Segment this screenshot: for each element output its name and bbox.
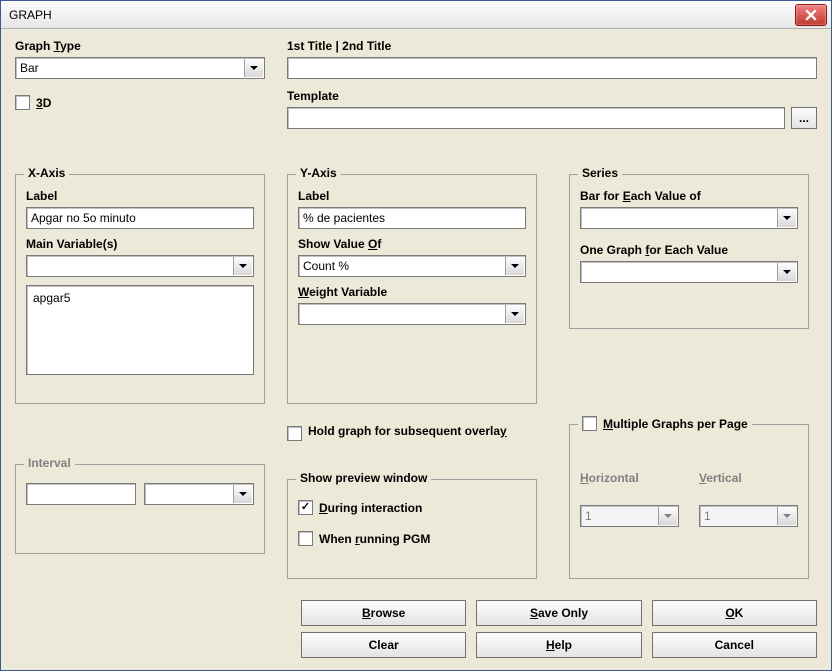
chevron-down-icon bbox=[658, 507, 677, 525]
interval-legend: Interval bbox=[24, 456, 75, 470]
xaxis-legend: X-Axis bbox=[24, 166, 69, 180]
clear-button[interactable]: Clear bbox=[301, 632, 466, 658]
yaxis-legend: Y-Axis bbox=[296, 166, 341, 180]
3d-label: 3D bbox=[36, 96, 51, 110]
checkbox-icon bbox=[287, 426, 302, 441]
chevron-down-icon bbox=[777, 507, 796, 525]
chevron-down-icon bbox=[505, 305, 524, 323]
ok-button[interactable]: OK bbox=[652, 600, 817, 626]
hold-overlay-label: Hold graph for subsequent overlay bbox=[308, 424, 507, 438]
help-button[interactable]: Help bbox=[476, 632, 641, 658]
graph-type-combo[interactable]: Bar bbox=[15, 57, 265, 79]
graph-type-label: Graph Type bbox=[15, 39, 81, 53]
chevron-down-icon bbox=[505, 257, 524, 275]
3d-checkbox[interactable]: 3D bbox=[15, 95, 51, 110]
yaxis-showvalue-combo[interactable]: Count % bbox=[298, 255, 526, 277]
yaxis-label-input[interactable]: % de pacientes bbox=[298, 207, 526, 229]
titlebar: GRAPH bbox=[1, 1, 831, 29]
template-label: Template bbox=[287, 89, 339, 103]
during-interaction-checkbox[interactable]: During interaction bbox=[298, 500, 422, 515]
template-browse-button[interactable]: ... bbox=[791, 107, 817, 129]
titles-label: 1st Title | 2nd Title bbox=[287, 39, 391, 53]
close-icon[interactable] bbox=[795, 4, 827, 26]
multiple-graphs-checkbox[interactable]: Multiple Graphs per Page bbox=[578, 416, 752, 431]
xaxis-variable-list[interactable]: apgar5 bbox=[26, 285, 254, 375]
preview-legend: Show preview window bbox=[296, 471, 431, 485]
browse-button[interactable]: Browse bbox=[301, 600, 466, 626]
yaxis-weight-combo[interactable] bbox=[298, 303, 526, 325]
horizontal-combo: 1 bbox=[580, 505, 679, 527]
template-input[interactable] bbox=[287, 107, 785, 129]
save-only-button[interactable]: Save Only bbox=[476, 600, 641, 626]
xaxis-mainvar-label: Main Variable(s) bbox=[26, 237, 117, 251]
hold-overlay-checkbox[interactable]: Hold graph for subsequent overlay bbox=[287, 424, 507, 441]
vertical-combo: 1 bbox=[699, 505, 798, 527]
series-legend: Series bbox=[578, 166, 622, 180]
during-interaction-label: During interaction bbox=[319, 501, 422, 515]
series-onegraph-combo[interactable] bbox=[580, 261, 798, 283]
series-barfor-combo[interactable] bbox=[580, 207, 798, 229]
chevron-down-icon bbox=[233, 485, 252, 503]
yaxis-label-label: Label bbox=[298, 189, 329, 203]
checkbox-icon bbox=[298, 531, 313, 546]
button-row-2: Clear Help Cancel bbox=[301, 632, 817, 658]
chevron-down-icon bbox=[233, 257, 252, 275]
xaxis-mainvar-combo[interactable] bbox=[26, 255, 254, 277]
interval-start-input[interactable] bbox=[26, 483, 136, 505]
chevron-down-icon bbox=[777, 209, 796, 227]
multiple-graphs-label: Multiple Graphs per Page bbox=[603, 417, 748, 431]
yaxis-weight-label: Weight Variable bbox=[298, 285, 387, 299]
dialog-body: Graph Type Bar 3D 1st Title | 2nd Title bbox=[1, 29, 831, 670]
when-running-pgm-checkbox[interactable]: When running PGM bbox=[298, 531, 430, 546]
checkbox-icon bbox=[298, 500, 313, 515]
yaxis-showvalue-label: Show Value Of bbox=[298, 237, 381, 251]
graph-dialog: GRAPH Graph Type Bar 3D bbox=[0, 0, 832, 671]
xaxis-label-input[interactable]: Apgar no 5o minuto bbox=[26, 207, 254, 229]
list-item[interactable]: apgar5 bbox=[31, 290, 249, 306]
chevron-down-icon bbox=[777, 263, 796, 281]
chevron-down-icon bbox=[244, 59, 263, 77]
cancel-button[interactable]: Cancel bbox=[652, 632, 817, 658]
titles-input[interactable] bbox=[287, 57, 817, 79]
when-running-pgm-label: When running PGM bbox=[319, 532, 430, 546]
horizontal-label: Horizontal bbox=[580, 471, 639, 485]
window-title: GRAPH bbox=[9, 8, 52, 22]
vertical-label: Vertical bbox=[699, 471, 742, 485]
series-barfor-label: Bar for Each Value of bbox=[580, 189, 701, 203]
checkbox-icon bbox=[582, 416, 597, 431]
xaxis-label-label: Label bbox=[26, 189, 57, 203]
graph-type-value: Bar bbox=[20, 61, 39, 75]
checkbox-icon bbox=[15, 95, 30, 110]
series-onegraph-label: One Graph for Each Value bbox=[580, 243, 728, 257]
button-row-1: Browse Save Only OK bbox=[301, 600, 817, 626]
interval-combo[interactable] bbox=[144, 483, 254, 505]
